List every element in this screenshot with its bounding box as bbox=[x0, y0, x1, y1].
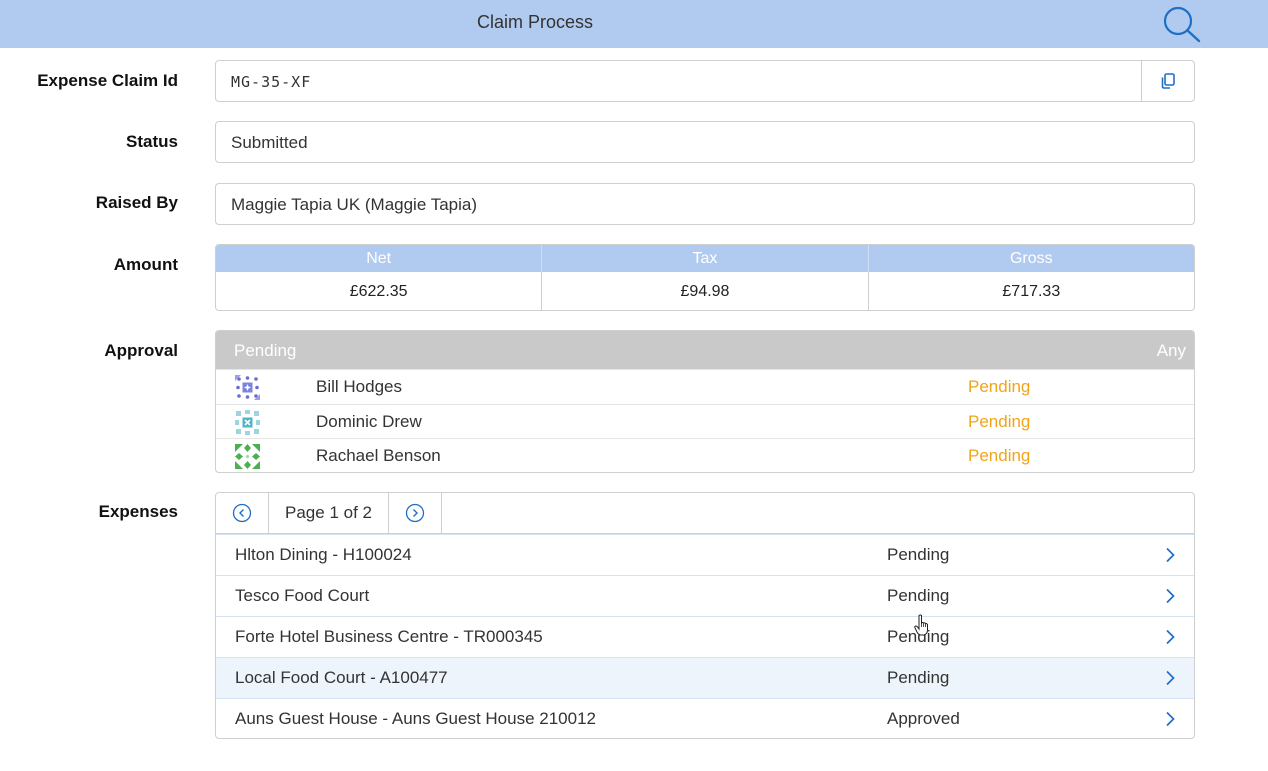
amount-tax-value: £94.98 bbox=[542, 272, 869, 310]
status-value: Submitted bbox=[231, 133, 308, 152]
expenses-list: Page 1 of 2 Hlton Dining - H100024 Pendi… bbox=[215, 492, 1195, 739]
amount-gross-value: £717.33 bbox=[1002, 283, 1061, 300]
expense-status: Approved bbox=[887, 709, 960, 728]
status-field: Submitted bbox=[215, 121, 1195, 163]
expense-name: Local Food Court - A100477 bbox=[235, 668, 448, 687]
chevron-right-icon bbox=[1166, 547, 1175, 563]
claim-id-field[interactable]: MG-35-XF bbox=[215, 60, 1195, 102]
amount-header-gross: Gross bbox=[1009, 250, 1053, 267]
amount-table: Net Tax Gross £622.35 £94.98 £717.33 bbox=[215, 244, 1195, 311]
copy-button[interactable] bbox=[1141, 61, 1194, 101]
pager: Page 1 of 2 bbox=[216, 493, 1194, 534]
raised-by-field: Maggie Tapia UK (Maggie Tapia) bbox=[215, 183, 1195, 225]
expense-row[interactable]: Tesco Food Court Pending bbox=[216, 575, 1194, 616]
expense-name: Auns Guest House - Auns Guest House 2100… bbox=[235, 709, 597, 728]
amount-net-value: £622.35 bbox=[216, 272, 543, 310]
approver-row: Dominic Drew Pending bbox=[216, 403, 1194, 439]
approver-status: Pending bbox=[968, 411, 1031, 431]
expense-row[interactable]: Auns Guest House - Auns Guest House 2100… bbox=[216, 698, 1194, 738]
page-title: Claim Process bbox=[476, 12, 594, 32]
previous-page-button[interactable] bbox=[216, 493, 269, 533]
copy-icon bbox=[1161, 73, 1175, 89]
raised-by-label: Raised By bbox=[95, 193, 178, 212]
expense-name: Hlton Dining - H100024 bbox=[235, 545, 412, 564]
expense-row[interactable]: Local Food Court - A100477 Pending bbox=[216, 657, 1194, 698]
chevron-right-icon bbox=[1166, 711, 1175, 727]
chevron-left-circle-icon bbox=[232, 503, 252, 523]
amount-header-row: Net Tax Gross bbox=[216, 245, 1194, 272]
chevron-right-icon bbox=[1166, 629, 1175, 645]
expense-status: Pending bbox=[887, 545, 950, 564]
expense-status: Pending bbox=[887, 668, 950, 687]
claim-id-label: Expense Claim Id bbox=[37, 71, 178, 90]
claim-id-value: MG-35-XF bbox=[231, 73, 312, 91]
approval-label: Approval bbox=[104, 341, 178, 360]
approver-status: Pending bbox=[968, 446, 1031, 466]
expense-status: Pending bbox=[887, 627, 950, 646]
page-indicator: Page 1 of 2 bbox=[269, 493, 389, 533]
expense-status: Pending bbox=[887, 586, 950, 605]
raised-by-value: Maggie Tapia UK (Maggie Tapia) bbox=[231, 195, 478, 214]
approver-status: Pending bbox=[968, 377, 1031, 396]
chevron-right-icon bbox=[1166, 588, 1175, 604]
expense-name: Forte Hotel Business Centre - TR000345 bbox=[235, 627, 543, 646]
approver-row: Bill Hodges Pending bbox=[216, 369, 1194, 404]
amount-value-row: £622.35 £94.98 £717.33 bbox=[216, 272, 1194, 310]
status-label: Status bbox=[126, 132, 178, 151]
identicon-avatar-green bbox=[235, 444, 260, 470]
expenses-label: Expenses bbox=[98, 502, 178, 521]
approval-state: Pending bbox=[234, 341, 297, 360]
expense-row[interactable]: Hlton Dining - H100024 Pending bbox=[216, 534, 1194, 575]
approver-name: Dominic Drew bbox=[316, 411, 422, 431]
search-icon bbox=[1163, 6, 1201, 43]
approval-rule: Any bbox=[1156, 341, 1186, 360]
search-button[interactable] bbox=[1160, 4, 1202, 44]
approval-header: Pending Any bbox=[216, 331, 1194, 369]
chevron-right-circle-icon bbox=[405, 503, 425, 523]
approver-row: Rachael Benson Pending bbox=[216, 438, 1194, 472]
approver-name: Rachael Benson bbox=[316, 446, 441, 466]
expense-row[interactable]: Forte Hotel Business Centre - TR000345 P… bbox=[216, 616, 1194, 657]
amount-label: Amount bbox=[113, 255, 178, 274]
top-bar: Claim Process bbox=[0, 0, 1268, 48]
chevron-right-icon bbox=[1166, 670, 1175, 686]
approval-panel: Pending Any Bill Hodges Pending Dominic … bbox=[215, 330, 1195, 473]
next-page-button[interactable] bbox=[389, 493, 442, 533]
expense-name: Tesco Food Court bbox=[235, 586, 370, 605]
approver-name: Bill Hodges bbox=[316, 377, 402, 396]
amount-header-tax: Tax bbox=[542, 245, 869, 272]
identicon-avatar-purple bbox=[235, 375, 260, 400]
identicon-avatar-teal bbox=[235, 409, 260, 435]
amount-header-net: Net bbox=[216, 245, 543, 272]
